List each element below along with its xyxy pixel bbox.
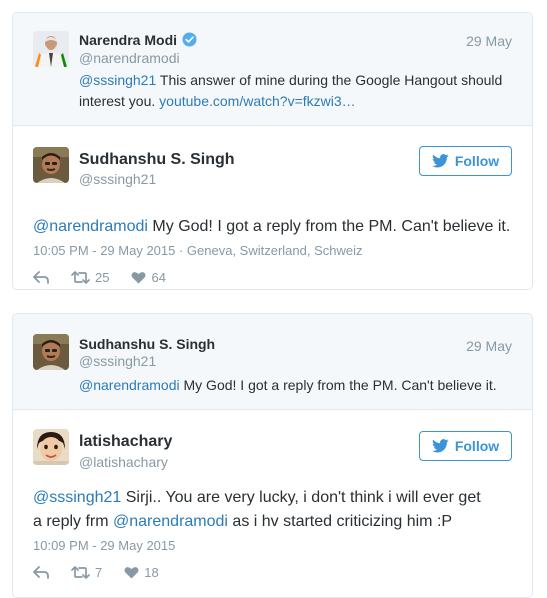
avatar-sudhanshu-image [33,334,69,370]
quoted-tweet[interactable]: Sudhanshu S. Singh @sssingh21 29 May @na… [13,314,532,410]
quoted-author-handle[interactable]: @sssingh21 [79,353,156,369]
twitter-bird-icon [431,439,449,453]
main-tweet: latishachary @latishachary Follow @sssin… [13,410,532,597]
retweet-button[interactable]: 25 [71,270,109,285]
heart-icon [131,272,146,284]
retweet-button[interactable]: 7 [71,565,102,580]
avatar-narendra-modi-image [33,31,69,67]
main-tweet: Sudhanshu S. Singh @sssingh21 Follow @na… [13,126,532,289]
follow-label: Follow [454,153,500,169]
tweet-timestamp[interactable]: 10:05 PM - 29 May 2015 · Geneva, Switzer… [33,243,363,258]
embedded-tweet-card-1: Narendra Modi @narendramodi 29 May @sssi… [12,12,533,290]
main-tweet-text: @sssingh21 Sirji.. You are very lucky, i… [33,486,493,534]
main-author-handle[interactable]: @sssingh21 [79,171,156,187]
heart-icon [124,567,139,579]
reply-icon [33,566,49,579]
mention-link[interactable]: @sssingh21 [33,489,121,506]
twitter-bird-icon [431,154,449,168]
quoted-author-handle[interactable]: @narendramodi [79,50,180,66]
follow-label: Follow [454,438,500,454]
mention-link[interactable]: @narendramodi [113,513,228,530]
mention-link[interactable]: @sssingh21 [79,72,156,88]
tweet-actions: 7 18 [33,565,181,580]
tweet-timestamp[interactable]: 10:09 PM - 29 May 2015 [33,538,175,553]
embedded-tweet-card-2: Sudhanshu S. Singh @sssingh21 29 May @na… [12,313,533,598]
mention-link[interactable]: @narendramodi [33,218,148,235]
tweet-actions: 25 64 [33,270,188,285]
main-author-name[interactable]: latishachary [79,433,172,451]
quoted-tweet-date[interactable]: 29 May [466,338,512,354]
reply-button[interactable] [33,566,49,579]
reply-button[interactable] [33,271,49,284]
avatar[interactable] [33,429,69,465]
like-button[interactable]: 64 [131,270,166,285]
reply-icon [33,271,49,284]
retweet-icon [71,566,90,579]
tweet-body-text: as i hv started criticizing him :P [227,513,453,530]
main-author-name[interactable]: Sudhanshu S. Singh [79,151,235,169]
quoted-tweet-text: @sssingh21 This answer of mine during th… [79,70,519,112]
mention-link[interactable]: @narendramodi [79,377,180,393]
quoted-author-name[interactable]: Sudhanshu S. Singh [79,336,215,352]
avatar-sudhanshu-image [33,147,69,183]
like-button[interactable]: 18 [124,565,159,580]
avatar-latishachary-image [33,429,69,465]
author-name-text[interactable]: Narendra Modi [79,32,177,48]
retweet-count: 7 [95,565,103,580]
tweet-body-text: My God! I got a reply from the PM. Can't… [147,218,511,235]
main-tweet-text: @narendramodi My God! I got a reply from… [33,215,513,239]
quoted-tweet[interactable]: Narendra Modi @narendramodi 29 May @sssi… [13,13,532,126]
main-author-handle[interactable]: @latishachary [79,454,168,470]
quoted-author-name[interactable]: Narendra Modi [79,32,197,48]
quoted-tweet-date[interactable]: 29 May [466,33,512,49]
avatar[interactable] [33,31,69,67]
follow-button[interactable]: Follow [419,146,512,176]
url-link[interactable]: youtube.com/watch?v=fkzwi3… [159,93,355,109]
follow-button[interactable]: Follow [419,431,512,461]
retweet-count: 25 [95,270,110,285]
tweet-body-text: My God! I got a reply from the PM. Can't… [179,377,497,393]
like-count: 64 [151,270,166,285]
avatar[interactable] [33,147,69,183]
verified-badge-icon [182,32,197,47]
avatar[interactable] [33,334,69,370]
like-count: 18 [144,565,159,580]
retweet-icon [71,271,90,284]
quoted-tweet-text: @narendramodi My God! I got a reply from… [79,375,519,396]
